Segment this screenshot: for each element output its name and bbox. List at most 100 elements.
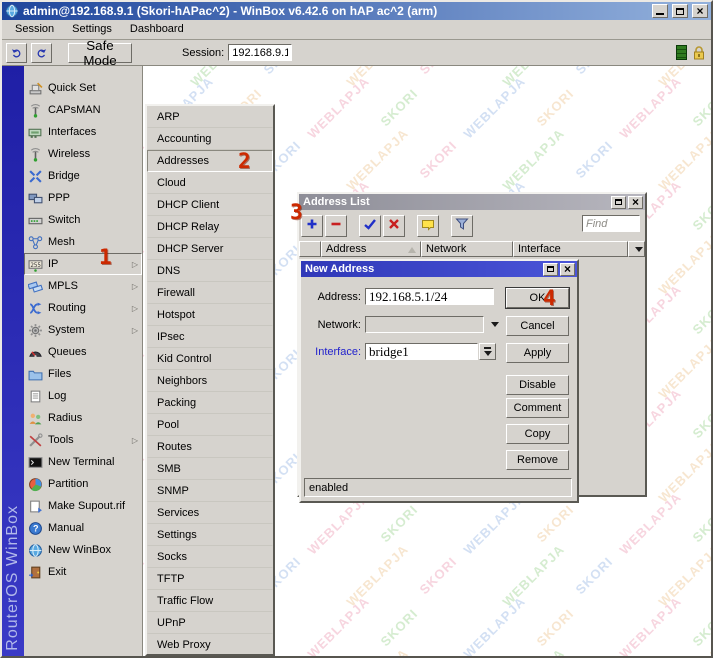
interface-dropdown-button[interactable]: [479, 343, 496, 360]
ip-menu-item-ipsec[interactable]: IPsec: [147, 326, 273, 348]
remove-button[interactable]: Remove: [506, 450, 569, 470]
comment-button[interactable]: [417, 215, 439, 237]
find-input[interactable]: [582, 215, 640, 232]
sidebar-item-mpls[interactable]: MPLS▷: [24, 275, 142, 297]
ip-menu-item-snmp[interactable]: SNMP: [147, 480, 273, 502]
ip-menu-item-routes[interactable]: Routes: [147, 436, 273, 458]
sidebar-item-label: Make Supout.rif: [48, 500, 125, 512]
safe-mode-button[interactable]: Safe Mode: [68, 43, 132, 63]
menu-dashboard[interactable]: Dashboard: [121, 21, 193, 38]
address-list-titlebar[interactable]: Address List ×: [299, 194, 645, 210]
new-address-dialog: New Address × Address: Network: Interfac…: [299, 259, 579, 503]
sidebar-item-new-winbox[interactable]: New WinBox: [24, 539, 142, 561]
ip-menu-item-socks[interactable]: Socks: [147, 546, 273, 568]
ip-menu-item-services[interactable]: Services: [147, 502, 273, 524]
column-header-interface[interactable]: Interface: [513, 241, 628, 257]
redo-button[interactable]: [31, 43, 52, 63]
sidebar-item-quick-set[interactable]: Quick Set: [24, 77, 142, 99]
comment-button[interactable]: Comment: [506, 398, 569, 418]
ip-menu-item-addresses[interactable]: Addresses: [147, 150, 273, 172]
ip-menu-item-accounting[interactable]: Accounting: [147, 128, 273, 150]
disable-button[interactable]: [383, 215, 405, 237]
new-address-maximize-button[interactable]: [543, 263, 558, 276]
new-address-titlebar[interactable]: New Address ×: [301, 261, 577, 277]
dropdown-bar-icon: [484, 347, 491, 349]
address-list-maximize-button[interactable]: [611, 196, 626, 209]
close-icon: ×: [564, 264, 571, 274]
menu-session[interactable]: Session: [6, 21, 63, 38]
filter-button[interactable]: [451, 215, 473, 237]
ip-menu-item-kid-control[interactable]: Kid Control: [147, 348, 273, 370]
sidebar-item-exit[interactable]: Exit: [24, 561, 142, 583]
sidebar-item-switch[interactable]: Switch: [24, 209, 142, 231]
ip-menu-item-dns[interactable]: DNS: [147, 260, 273, 282]
remove-button[interactable]: [325, 215, 347, 237]
sidebar-item-bridge[interactable]: Bridge: [24, 165, 142, 187]
cancel-button[interactable]: Cancel: [506, 316, 569, 336]
network-dropdown[interactable]: [365, 316, 484, 333]
ok-button[interactable]: OK: [506, 288, 569, 308]
sidebar-item-new-terminal[interactable]: New Terminal: [24, 451, 142, 473]
plus-icon: [305, 217, 319, 234]
column-header-address[interactable]: Address: [321, 241, 421, 257]
mpls-icon: [28, 279, 43, 294]
sidebar-item-wireless[interactable]: Wireless: [24, 143, 142, 165]
column-menu-button[interactable]: [628, 241, 645, 257]
ip-menu-item-traffic-flow[interactable]: Traffic Flow: [147, 590, 273, 612]
ip-menu-item-packing[interactable]: Packing: [147, 392, 273, 414]
ip-menu-item-tftp[interactable]: TFTP: [147, 568, 273, 590]
sidebar-item-partition[interactable]: Partition: [24, 473, 142, 495]
sidebar-item-ppp[interactable]: PPP: [24, 187, 142, 209]
ip-menu-item-dhcp-relay[interactable]: DHCP Relay: [147, 216, 273, 238]
apply-button[interactable]: Apply: [506, 343, 569, 363]
close-button[interactable]: ×: [692, 4, 708, 18]
ip-menu-item-arp[interactable]: ARP: [147, 106, 273, 128]
system-icon: [28, 323, 43, 338]
address-list-close-button[interactable]: ×: [628, 196, 643, 209]
ip-menu-item-web-proxy[interactable]: Web Proxy: [147, 634, 273, 656]
ip-menu-item-dhcp-client[interactable]: DHCP Client: [147, 194, 273, 216]
sidebar-item-files[interactable]: Files: [24, 363, 142, 385]
sidebar-item-routing[interactable]: Routing▷: [24, 297, 142, 319]
submenu-arrow-icon: ▷: [132, 326, 138, 335]
ip-menu-item-neighbors[interactable]: Neighbors: [147, 370, 273, 392]
ip-menu-item-dhcp-server[interactable]: DHCP Server: [147, 238, 273, 260]
copy-button[interactable]: Copy: [506, 424, 569, 444]
sidebar-item-ip[interactable]: 255IP▷: [24, 253, 142, 275]
column-header-row-select[interactable]: [299, 241, 321, 257]
session-field[interactable]: [228, 44, 292, 61]
menu-settings[interactable]: Settings: [63, 21, 121, 38]
new-address-close-button[interactable]: ×: [560, 263, 575, 276]
undo-button[interactable]: [6, 43, 27, 63]
padlock-icon: [691, 45, 707, 61]
network-dropdown-arrow-icon[interactable]: [491, 322, 499, 327]
sidebar-item-queues[interactable]: Queues: [24, 341, 142, 363]
sidebar-item-radius[interactable]: Radius: [24, 407, 142, 429]
sidebar-item-make-supout-rif[interactable]: Make Supout.rif: [24, 495, 142, 517]
ip-menu-item-upnp[interactable]: UPnP: [147, 612, 273, 634]
minimize-button[interactable]: [652, 4, 668, 18]
add-button[interactable]: [301, 215, 323, 237]
ip-menu-item-settings[interactable]: Settings: [147, 524, 273, 546]
address-input[interactable]: [365, 288, 494, 305]
sidebar-item-manual[interactable]: ?Manual: [24, 517, 142, 539]
ip-menu-item-cloud[interactable]: Cloud: [147, 172, 273, 194]
winbox-globe-icon: [5, 4, 19, 18]
sidebar-item-system[interactable]: System▷: [24, 319, 142, 341]
sidebar-item-interfaces[interactable]: Interfaces: [24, 121, 142, 143]
ip-menu-item-pool[interactable]: Pool: [147, 414, 273, 436]
ip-menu-item-smb[interactable]: SMB: [147, 458, 273, 480]
sidebar-item-capsman[interactable]: CAPsMAN: [24, 99, 142, 121]
disable-button[interactable]: Disable: [506, 375, 569, 395]
sidebar-item-tools[interactable]: Tools▷: [24, 429, 142, 451]
main-titlebar[interactable]: admin@192.168.9.1 (Skori-hAPac^2) - WinB…: [2, 2, 711, 20]
chevron-down-icon: [635, 247, 643, 252]
maximize-button[interactable]: [672, 4, 688, 18]
sidebar-item-mesh[interactable]: Mesh: [24, 231, 142, 253]
enable-button[interactable]: [359, 215, 381, 237]
sidebar-item-log[interactable]: Log: [24, 385, 142, 407]
ip-menu-item-hotspot[interactable]: Hotspot: [147, 304, 273, 326]
interface-combo[interactable]: bridge1: [365, 343, 478, 360]
ip-menu-item-firewall[interactable]: Firewall: [147, 282, 273, 304]
column-header-network[interactable]: Network: [421, 241, 513, 257]
